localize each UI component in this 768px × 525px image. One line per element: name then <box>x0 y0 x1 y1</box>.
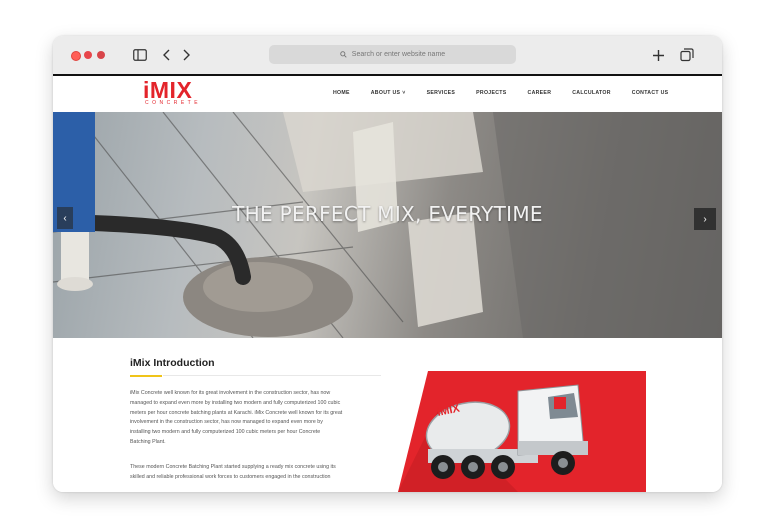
mixer-truck-image: iMIX <box>398 371 646 492</box>
forward-icon[interactable] <box>180 45 194 65</box>
address-placeholder: Search or enter website name <box>351 51 446 58</box>
close-window-button[interactable] <box>71 51 81 61</box>
paragraph-line: installing two modern and fully computer… <box>130 429 321 436</box>
logo-main-text: iMIX <box>143 77 193 103</box>
hero-slider: THE PERFECT MIX, EVERYTIME ‹ › <box>53 112 722 338</box>
paragraph-line: Batching Plant. <box>130 438 166 445</box>
paragraph-line: These modern Concrete Batching Plant sta… <box>130 464 336 470</box>
new-tab-icon[interactable] <box>650 45 666 65</box>
address-bar[interactable]: Search or enter website name <box>269 45 516 64</box>
sidebar-toggle-icon[interactable] <box>131 45 149 65</box>
intro-heading: iMix Introduction <box>130 357 215 369</box>
main-menu: HOME ABOUT US ˅ SERVICES PROJECTS CAREER … <box>333 90 689 96</box>
browser-toolbar: Search or enter website name <box>53 36 722 75</box>
intro-divider <box>163 375 381 376</box>
paragraph-line: managed to expand even more by installin… <box>130 399 341 406</box>
paragraph-line: involvement in the construction sector, … <box>130 419 323 426</box>
chevron-left-icon: ‹ <box>63 212 67 224</box>
minimize-window-button[interactable] <box>84 51 92 59</box>
paragraph-line: meters per hour concrete batching plants… <box>130 409 343 416</box>
logo-sub-text: CONCRETE <box>145 100 202 106</box>
nav-about-us-label: ABOUT US <box>370 90 401 96</box>
slider-prev-button[interactable]: ‹ <box>57 207 73 229</box>
nav-home[interactable]: HOME <box>333 90 350 96</box>
paragraph-line: iMix Concrete well known for its great i… <box>130 390 331 396</box>
paragraph-line: skilled and reliable professional work f… <box>130 473 331 480</box>
nav-contact-us[interactable]: CONTACT US <box>632 90 669 96</box>
intro-accent-bar <box>130 375 162 377</box>
chevron-right-icon: › <box>703 213 707 225</box>
nav-services[interactable]: SERVICES <box>427 90 456 96</box>
search-icon <box>340 51 347 58</box>
nav-calculator[interactable]: CALCULATOR <box>572 90 611 96</box>
nav-projects[interactable]: PROJECTS <box>476 90 506 96</box>
back-icon[interactable] <box>159 45 173 65</box>
nav-about-us[interactable]: ABOUT US ˅ <box>371 90 406 96</box>
chevron-down-icon: ˅ <box>402 90 406 96</box>
intro-paragraph-2: These modern Concrete Batching Plant sta… <box>130 463 382 483</box>
slider-next-button[interactable]: › <box>694 208 716 230</box>
hero-title: THE PERFECT MIX, EVERYTIME <box>232 202 543 226</box>
zoom-window-button[interactable] <box>97 51 105 59</box>
nav-career[interactable]: CAREER <box>528 90 552 96</box>
site-logo[interactable]: iMIX CONCRETE <box>143 77 202 107</box>
tabs-overview-icon[interactable] <box>679 45 695 65</box>
intro-paragraph-1: iMix Concrete well known for its great i… <box>130 389 382 448</box>
